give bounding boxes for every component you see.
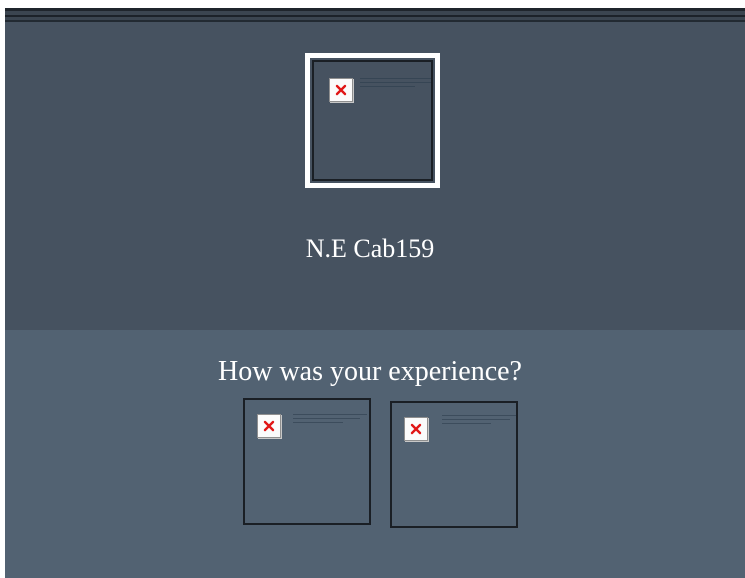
driver-photo-frame xyxy=(312,60,433,181)
broken-image-icon xyxy=(404,417,428,441)
alt-text xyxy=(293,414,367,428)
broken-image-icon xyxy=(329,78,353,102)
rating-option-1[interactable] xyxy=(243,398,371,525)
top-bar xyxy=(5,8,745,22)
driver-photo xyxy=(305,53,440,188)
feedback-question: How was your experience? xyxy=(218,356,522,387)
rating-option-2[interactable] xyxy=(390,401,518,528)
alt-text xyxy=(442,415,516,429)
broken-image-icon xyxy=(257,414,281,438)
driver-name: N.E Cab159 xyxy=(305,234,435,263)
alt-text xyxy=(360,78,431,92)
